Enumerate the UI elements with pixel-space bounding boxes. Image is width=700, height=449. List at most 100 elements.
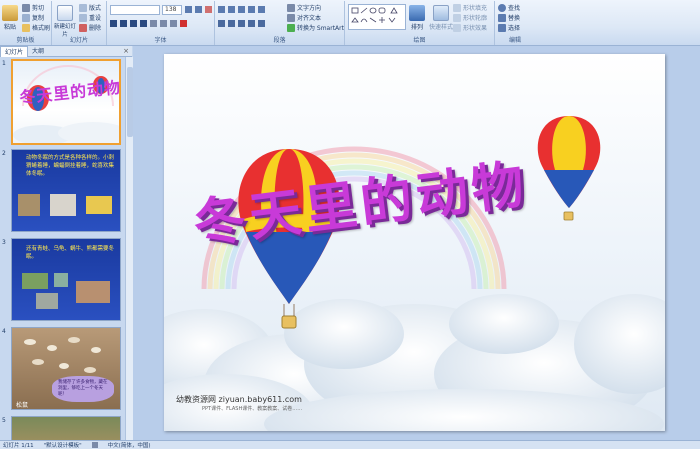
decrease-indent-icon[interactable] xyxy=(238,6,245,13)
footer-website: 幼教资源网 ziyuan.baby611.com xyxy=(176,395,302,404)
spellcheck-icon[interactable] xyxy=(91,442,98,448)
turtle-image xyxy=(54,273,68,287)
snail-image xyxy=(36,293,58,309)
increase-indent-icon[interactable] xyxy=(248,6,255,13)
thumbnail-slide-2[interactable]: 动物冬眠的方式是各种各样的。小刺猬蜷着睡，蝙蝠倒挂着睡，蛇喜欢集体冬眠。 xyxy=(11,149,121,232)
cut-button[interactable]: 剪切 xyxy=(22,3,44,12)
strikethrough-icon[interactable] xyxy=(140,20,147,27)
status-bar: 幻灯片 1/11 "默认设计模板" 中文(简体，中国) xyxy=(0,440,700,449)
thumbnail-slide-5[interactable] xyxy=(11,416,121,440)
font-size-select[interactable]: 138 xyxy=(162,5,182,15)
copy-button[interactable]: 复制 xyxy=(22,13,44,22)
thumb-number: 4 xyxy=(2,328,6,335)
thumbnail-slide-4[interactable]: 我储存了许多食物，藏在洞里，够吃上一个冬天呢！ 松鼠 xyxy=(11,327,121,410)
thumb-tag: 松鼠 xyxy=(16,402,29,409)
align-right-icon[interactable] xyxy=(238,20,245,27)
paste-button[interactable]: 粘贴 xyxy=(2,5,18,31)
frog-image xyxy=(22,273,48,289)
bold-icon[interactable] xyxy=(110,20,117,27)
font-name-select[interactable] xyxy=(110,5,160,15)
select-button[interactable]: 选择 xyxy=(498,23,520,32)
find-button[interactable]: 查找 xyxy=(498,3,520,12)
slide-edit-area: 冬天里的动物 幼教资源网 ziyuan.baby611.com PPT课件、FL… xyxy=(133,46,700,440)
copy-icon xyxy=(22,13,30,22)
ribbon: 粘贴 剪切 复制 格式刷 剪贴板 新建幻灯片 版式 重设 删除 幻灯片 138 xyxy=(0,0,700,46)
thumbnail-slide-1[interactable]: 冬天里的动物 xyxy=(11,59,121,145)
slide-thumbnails: 1 冬天里的动物 2 动物冬眠的方式是各种各样的。小刺猬蜷着睡，蝙蝠倒挂着睡，蛇… xyxy=(0,57,125,440)
thumb-text: 动物冬眠的方式是各种各样的。小刺猬蜷着睡，蝙蝠倒挂着睡，蛇喜欢集体冬眠。 xyxy=(26,155,115,177)
shrink-font-icon[interactable] xyxy=(195,6,202,13)
thumb-number: 1 xyxy=(2,60,6,67)
shape-effects-button[interactable]: 形状效果 xyxy=(453,23,487,32)
tab-slides[interactable]: 幻灯片 xyxy=(0,45,29,57)
new-slide-icon xyxy=(57,5,73,21)
tab-outline[interactable]: 大纲 xyxy=(28,46,48,57)
align-text-icon xyxy=(287,13,295,22)
delete-button[interactable]: 删除 xyxy=(79,23,101,32)
shape-fill-button[interactable]: 形状填充 xyxy=(453,3,487,12)
theme-name: "默认设计模板" xyxy=(43,443,82,449)
align-text-button[interactable]: 对齐文本 xyxy=(287,13,321,22)
char-spacing-icon[interactable] xyxy=(160,20,167,27)
font-color-icon[interactable] xyxy=(180,20,187,27)
clipboard-label: 剪贴板 xyxy=(16,37,35,44)
current-slide[interactable]: 冬天里的动物 幼教资源网 ziyuan.baby611.com PPT课件、FL… xyxy=(164,54,665,431)
arrange-button[interactable]: 排列 xyxy=(409,5,425,31)
slide-counter: 幻灯片 1/11 xyxy=(3,443,34,449)
magnifier-icon xyxy=(498,3,506,12)
text-direction-button[interactable]: 文字方向 xyxy=(287,3,321,12)
bat-image xyxy=(50,194,76,216)
quick-styles-button[interactable]: 快速样式 xyxy=(429,5,453,31)
panel-tabs: 幻灯片 大纲 × xyxy=(0,45,132,57)
thumbnail-scrollbar[interactable] xyxy=(125,57,133,440)
slides-group: 新建幻灯片 版式 重设 删除 幻灯片 xyxy=(52,1,107,45)
line-spacing-icon[interactable] xyxy=(258,6,265,13)
language[interactable]: 中文(简体，中国) xyxy=(108,441,151,449)
scissors-icon xyxy=(22,3,30,12)
grow-font-icon[interactable] xyxy=(185,6,192,13)
clipboard-group: 粘贴 剪切 复制 格式刷 剪贴板 xyxy=(0,1,52,45)
smartart-icon xyxy=(287,23,295,32)
bullets-icon[interactable] xyxy=(218,6,225,13)
smartart-button[interactable]: 转换为 SmartArt xyxy=(287,23,344,32)
hedgehog-image xyxy=(18,194,40,216)
thumb-number: 2 xyxy=(2,150,6,157)
replace-button[interactable]: 替换 xyxy=(498,13,520,22)
editing-group: 查找 替换 选择 编辑 xyxy=(495,1,535,45)
drawing-label: 绘图 xyxy=(413,37,426,44)
layout-button[interactable]: 版式 xyxy=(79,3,101,12)
align-center-icon[interactable] xyxy=(228,20,235,27)
shape-outline-button[interactable]: 形状轮廓 xyxy=(453,13,487,22)
fill-bucket-icon xyxy=(453,3,461,12)
slides-label: 幻灯片 xyxy=(69,37,88,44)
font-group: 138 字体 xyxy=(107,1,215,45)
reset-icon xyxy=(79,13,87,22)
italic-icon[interactable] xyxy=(120,20,127,27)
new-slide-button[interactable]: 新建幻灯片 xyxy=(54,5,76,38)
numbering-icon[interactable] xyxy=(228,6,235,13)
thumbnail-slide-3[interactable]: 还有青蛙、乌龟、蜗牛、熊都需要冬眠。 xyxy=(11,238,121,321)
align-left-icon[interactable] xyxy=(218,20,225,27)
close-icon[interactable]: × xyxy=(123,47,129,55)
font-label: 字体 xyxy=(154,37,167,44)
shapes-gallery-icons xyxy=(351,7,398,23)
paragraph-group: 文字方向 对齐文本 转换为 SmartArt 段落 xyxy=(215,1,345,45)
thumb-text: 还有青蛙、乌龟、蜗牛、熊都需要冬眠。 xyxy=(26,246,115,260)
speech-bubble: 我储存了许多食物，藏在洞里，够吃上一个冬天呢！ xyxy=(52,376,114,402)
clear-format-icon[interactable] xyxy=(205,6,212,13)
layout-icon xyxy=(79,3,87,12)
change-case-icon[interactable] xyxy=(170,20,177,27)
cursor-icon xyxy=(498,23,506,32)
shadow-icon[interactable] xyxy=(150,20,157,27)
reset-button[interactable]: 重设 xyxy=(79,13,101,22)
bear-image xyxy=(76,281,110,303)
drawing-group: 排列 快速样式 形状填充 形状轮廓 形状效果 绘图 xyxy=(345,1,495,45)
underline-icon[interactable] xyxy=(130,20,137,27)
paragraph-label: 段落 xyxy=(273,37,286,44)
justify-icon[interactable] xyxy=(248,20,255,27)
brush-icon xyxy=(22,23,30,32)
footer-subtitle: PPT课件、FLASH课件、教案教案、试卷…… xyxy=(202,406,303,412)
format-painter-button[interactable]: 格式刷 xyxy=(22,23,50,32)
columns-icon[interactable] xyxy=(258,20,265,27)
shapes-gallery[interactable] xyxy=(348,4,406,30)
